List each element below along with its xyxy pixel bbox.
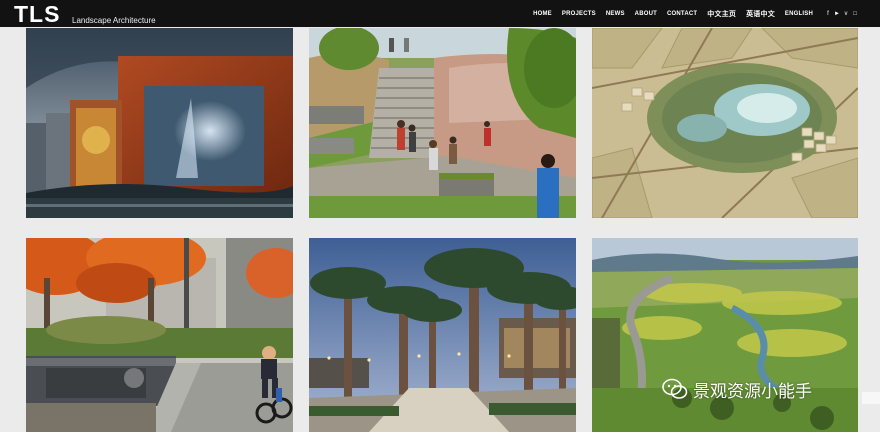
instagram-icon[interactable]: □: [852, 11, 858, 17]
project-tile-pavilion[interactable]: [26, 28, 293, 218]
nav-chinese-home[interactable]: 中文主页: [707, 9, 736, 19]
twitter-icon[interactable]: ►: [834, 11, 840, 17]
project-tile-masterplan[interactable]: [592, 28, 858, 218]
nav-contact[interactable]: CONTACT: [667, 11, 697, 17]
autumn-plaza-photo: [26, 238, 293, 432]
project-tile-park-stairs[interactable]: [309, 28, 576, 218]
park-stairs-photo: [309, 28, 576, 218]
logo-subtitle: Landscape Architecture: [72, 16, 156, 25]
nav-news[interactable]: NEWS: [606, 11, 625, 17]
river-valley-photo: [592, 238, 858, 432]
nav-home[interactable]: HOME: [533, 11, 552, 17]
scrollbar-corner: [862, 392, 880, 404]
nav-english[interactable]: ENGLISH: [785, 11, 813, 17]
logo-mark: TLS: [14, 1, 61, 27]
social-links: f ► v □: [822, 11, 858, 17]
main-nav: HOME PROJECTS NEWS ABOUT CONTACT 中文主页 英语…: [523, 0, 858, 27]
pavilion-photo: [26, 28, 293, 218]
palm-promenade-photo: [309, 238, 576, 432]
project-tile-river-valley[interactable]: [592, 238, 858, 432]
top-navigation-bar: TLS Landscape Architecture HOME PROJECTS…: [0, 0, 880, 27]
nav-english-chinese[interactable]: 英语中文: [746, 9, 775, 19]
masterplan-photo: [592, 28, 858, 218]
facebook-icon[interactable]: f: [825, 11, 831, 17]
vimeo-icon[interactable]: v: [843, 11, 849, 17]
nav-about[interactable]: ABOUT: [635, 11, 657, 17]
project-tile-palm-promenade[interactable]: [309, 238, 576, 432]
project-tile-autumn-plaza[interactable]: [26, 238, 293, 432]
nav-projects[interactable]: PROJECTS: [562, 11, 596, 17]
